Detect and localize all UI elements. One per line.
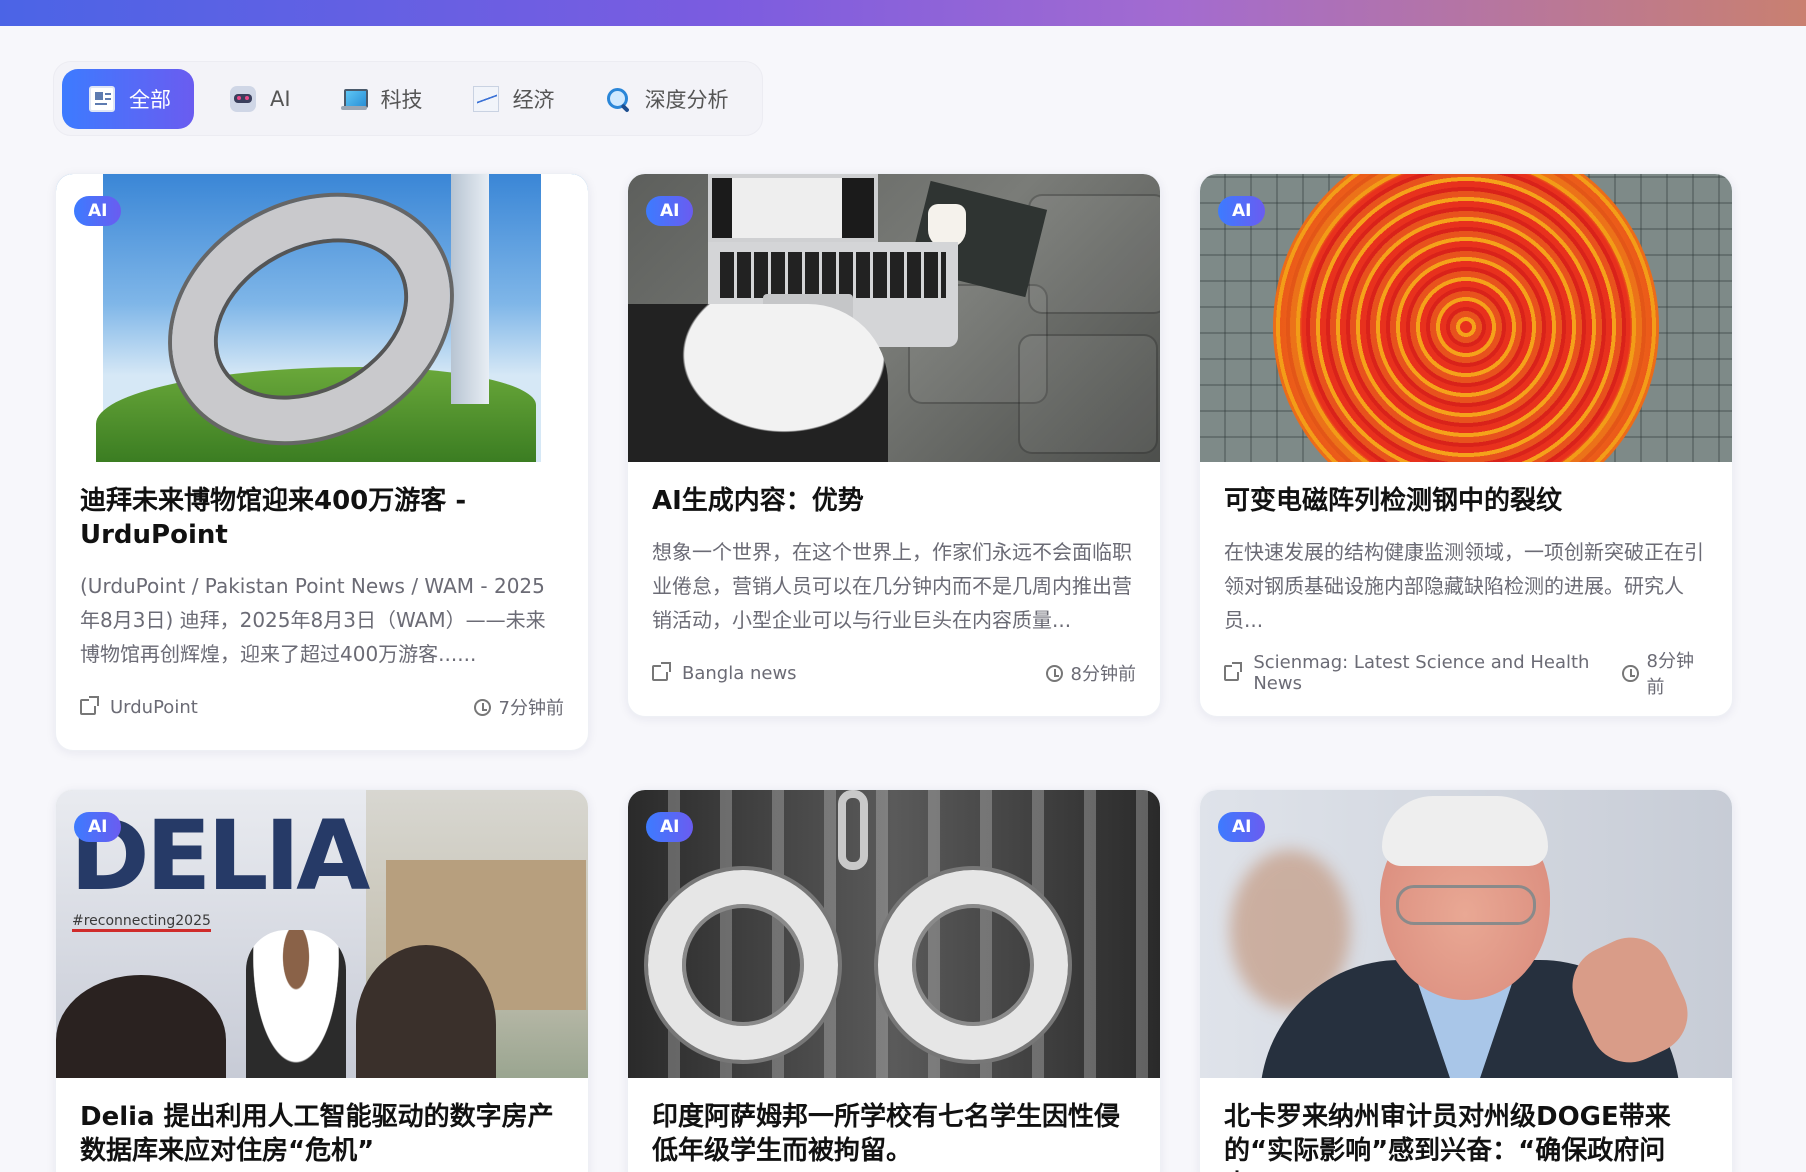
tab-ai[interactable]: AI (208, 69, 313, 129)
tab-tech[interactable]: 科技 (319, 69, 445, 129)
article-meta: UrduPoint 7分钟前 (80, 693, 564, 721)
tab-label: 科技 (380, 87, 423, 112)
news-card[interactable]: DELIA #reconnecting2025 AI Delia 提出利用人工智… (55, 789, 589, 1172)
article-time: 8分钟前 (1646, 651, 1694, 698)
article-time: 8分钟前 (1070, 664, 1136, 685)
article-title[interactable]: Delia 提出利用人工智能驱动的数字房产数据库来应对住房“危机” (80, 1100, 564, 1168)
category-badge: AI (1218, 812, 1266, 842)
banner-hashtag: #reconnecting2025 (72, 913, 211, 932)
article-image: AI (628, 174, 1160, 462)
external-link-icon (1224, 662, 1243, 681)
category-badge: AI (74, 812, 122, 842)
article-title[interactable]: AI生成内容：优势 (652, 484, 1136, 518)
article-title[interactable]: 可变电磁阵列检测钢中的裂纹 (1224, 484, 1708, 518)
article-time: 7分钟前 (498, 698, 564, 719)
category-badge: AI (646, 196, 694, 226)
magnifier-icon (605, 86, 631, 112)
tab-analysis[interactable]: 深度分析 (583, 69, 751, 129)
article-meta: Scienmag: Latest Science and Health News… (1224, 651, 1708, 698)
laptop-icon (340, 86, 368, 112)
article-title[interactable]: 迪拜未来博物馆迎来400万游客 - UrduPoint (80, 484, 564, 552)
chart-increasing-icon (472, 85, 499, 112)
tab-label: AI (270, 86, 291, 111)
category-badge: AI (646, 812, 694, 842)
newspaper-icon (89, 85, 115, 112)
category-tabs: 全部 AI 科技 经济 深度分析 (53, 61, 763, 136)
tab-economy[interactable]: 经济 (451, 69, 577, 129)
tab-all[interactable]: 全部 (62, 68, 194, 129)
article-image: DELIA #reconnecting2025 AI (56, 790, 588, 1078)
article-image: AI (1200, 790, 1732, 1078)
article-summary: 想象一个世界，在这个世界上，作家们永远不会面临职业倦怠，营销人员可以在几分钟内而… (652, 540, 1132, 632)
article-summary: 在快速发展的结构健康监测领域，一项创新突破正在引领对钢质基础设施内部隐藏缺陷检测… (1224, 540, 1704, 632)
article-image: AI (56, 174, 588, 462)
clock-icon (1045, 664, 1063, 682)
article-image: AI (1200, 174, 1732, 462)
top-gradient-bar (0, 0, 1806, 26)
news-card[interactable]: AI 迪拜未来博物馆迎来400万游客 - UrduPoint (UrduPoin… (55, 173, 589, 751)
article-summary: (UrduPoint / Pakistan Point News / WAM -… (80, 574, 546, 666)
article-source[interactable]: UrduPoint (110, 697, 198, 718)
article-title[interactable]: 印度阿萨姆邦一所学校有七名学生因性侵低年级学生而被拘留。 (652, 1100, 1136, 1168)
news-card[interactable]: AI 北卡罗来纳州审计员对州级DOGE带来的“实际影响”感到兴奋：“确保政府问责… (1199, 789, 1733, 1172)
clock-icon (1622, 664, 1639, 682)
tab-label: 深度分析 (644, 87, 729, 112)
article-image: AI (628, 790, 1160, 1078)
article-source[interactable]: Bangla news (682, 663, 797, 684)
external-link-icon (80, 696, 99, 715)
article-source[interactable]: Scienmag: Latest Science and Health News (1253, 652, 1622, 694)
article-meta: Bangla news 8分钟前 (652, 659, 1136, 687)
news-card[interactable]: AI AI生成内容：优势 想象一个世界，在这个世界上，作家们永远不会面临职业倦怠… (627, 173, 1161, 717)
article-title[interactable]: 北卡罗来纳州审计员对州级DOGE带来的“实际影响”感到兴奋：“确保政府问责” (1224, 1100, 1708, 1172)
news-card[interactable]: AI 印度阿萨姆邦一所学校有七名学生因性侵低年级学生而被拘留。 (627, 789, 1161, 1172)
robot-icon (230, 85, 256, 112)
news-card[interactable]: AI 可变电磁阵列检测钢中的裂纹 在快速发展的结构健康监测领域，一项创新突破正在… (1199, 173, 1733, 717)
tab-label: 经济 (512, 87, 555, 112)
category-badge: AI (1218, 196, 1266, 226)
external-link-icon (652, 662, 671, 681)
tab-label: 全部 (129, 87, 171, 112)
category-badge: AI (74, 196, 122, 226)
clock-icon (473, 698, 491, 716)
